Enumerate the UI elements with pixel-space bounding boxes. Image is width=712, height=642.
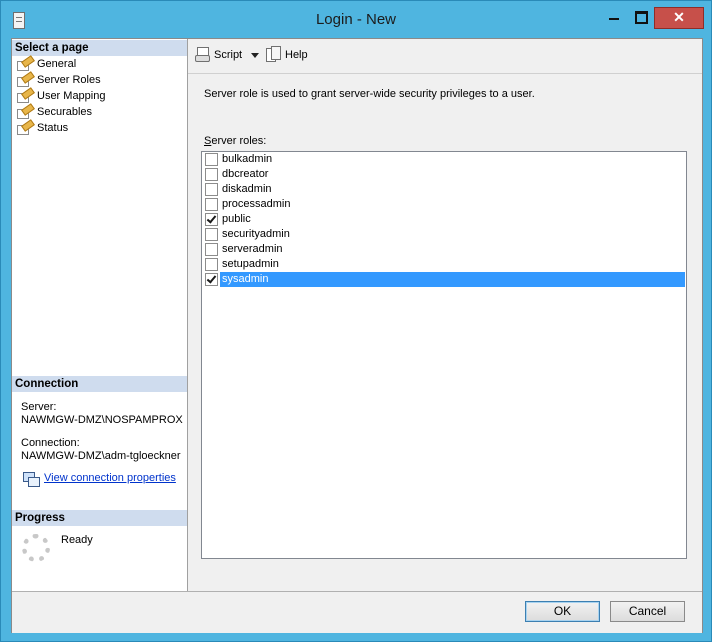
role-row-securityadmin[interactable]: securityadmin (203, 227, 685, 242)
script-icon[interactable] (195, 47, 210, 62)
page-list: General Server Roles User Mapping Secura… (17, 55, 106, 136)
connection-value: NAWMGW-DMZ\adm-tgloeckner (21, 450, 181, 462)
page-wrench-icon (17, 119, 35, 135)
page-wrench-icon (17, 71, 35, 87)
page-wrench-icon (17, 55, 35, 71)
help-button[interactable]: Help (285, 47, 308, 63)
page-item-server-roles[interactable]: Server Roles (17, 71, 105, 88)
role-checkbox[interactable] (205, 183, 218, 196)
role-row-dbcreator[interactable]: dbcreator (203, 167, 685, 182)
role-name: diskadmin (222, 183, 272, 195)
role-name: securityadmin (222, 228, 290, 240)
page-item-label: General (37, 58, 77, 70)
role-name: sysadmin (220, 272, 685, 287)
progress-status: Ready (61, 534, 93, 546)
role-row-bulkadmin[interactable]: bulkadmin (203, 152, 685, 167)
server-role-description: Server role is used to grant server-wide… (204, 88, 535, 100)
page-item-status[interactable]: Status (17, 119, 105, 136)
script-button[interactable]: Script (214, 47, 242, 63)
title-bar[interactable]: Login - New ✕ (1, 1, 711, 37)
close-button[interactable]: ✕ (654, 7, 704, 29)
progress-header: Progress (12, 510, 187, 526)
role-row-serveradmin[interactable]: serveradmin (203, 242, 685, 257)
role-name: bulkadmin (222, 153, 273, 165)
view-connection-properties-link[interactable]: View connection properties (44, 472, 176, 484)
role-checkbox[interactable] (205, 168, 218, 181)
page-wrench-icon (17, 103, 35, 119)
select-page-header: Select a page (12, 40, 187, 56)
login-new-window: Login - New ✕ Select a page General Serv… (0, 0, 712, 642)
connection-properties-icon (23, 472, 40, 487)
maximize-button[interactable] (628, 7, 654, 27)
role-checkbox[interactable] (205, 153, 218, 166)
page-item-securables[interactable]: Securables (17, 103, 105, 120)
role-checkbox[interactable] (205, 228, 218, 241)
cancel-button[interactable]: Cancel (610, 601, 685, 622)
page-item-label: Server Roles (37, 74, 101, 86)
role-name: public (222, 213, 251, 225)
role-name: processadmin (222, 198, 291, 210)
server-roles-list[interactable]: bulkadmin dbcreator diskadmin processadm… (201, 151, 687, 559)
role-name: dbcreator (222, 168, 269, 180)
dialog-client-area: Select a page General Server Roles User … (11, 38, 703, 633)
left-panel: Select a page General Server Roles User … (12, 39, 188, 591)
server-value: NAWMGW-DMZ\NOSPAMPROX (21, 414, 183, 426)
role-checkbox[interactable] (205, 258, 218, 271)
minimize-button[interactable] (601, 7, 627, 27)
ok-button[interactable]: OK (525, 601, 600, 622)
role-row-diskadmin[interactable]: diskadmin (203, 182, 685, 197)
role-row-processadmin[interactable]: processadmin (203, 197, 685, 212)
page-item-label: User Mapping (37, 90, 106, 102)
dialog-button-bar: OK Cancel (12, 591, 702, 633)
page-item-label: Status (37, 122, 69, 134)
page-item-label: Securables (37, 106, 93, 118)
server-label: Server: (21, 401, 57, 413)
page-item-general[interactable]: General (17, 55, 105, 72)
role-checkbox[interactable] (205, 243, 218, 256)
help-icon[interactable] (266, 46, 281, 62)
role-checkbox[interactable] (205, 198, 218, 211)
role-row-setupadmin[interactable]: setupadmin (203, 257, 685, 272)
role-checkbox[interactable] (205, 213, 218, 226)
page-item-user-mapping[interactable]: User Mapping (17, 87, 106, 104)
script-dropdown-arrow-icon[interactable] (251, 53, 259, 58)
role-row-sysadmin[interactable]: sysadmin (203, 272, 685, 287)
connection-header: Connection (12, 376, 187, 392)
role-checkbox[interactable] (205, 273, 218, 286)
progress-spinner-icon (22, 534, 50, 562)
connection-label: Connection: (21, 437, 80, 449)
role-name: setupadmin (222, 258, 279, 270)
page-wrench-icon (17, 87, 35, 103)
toolbar: Script Help (188, 39, 702, 74)
role-row-public[interactable]: public (203, 212, 685, 227)
server-roles-label: Server roles: (204, 135, 266, 147)
role-name: serveradmin (222, 243, 283, 255)
server-roles-label-text: erver roles: (211, 135, 267, 147)
